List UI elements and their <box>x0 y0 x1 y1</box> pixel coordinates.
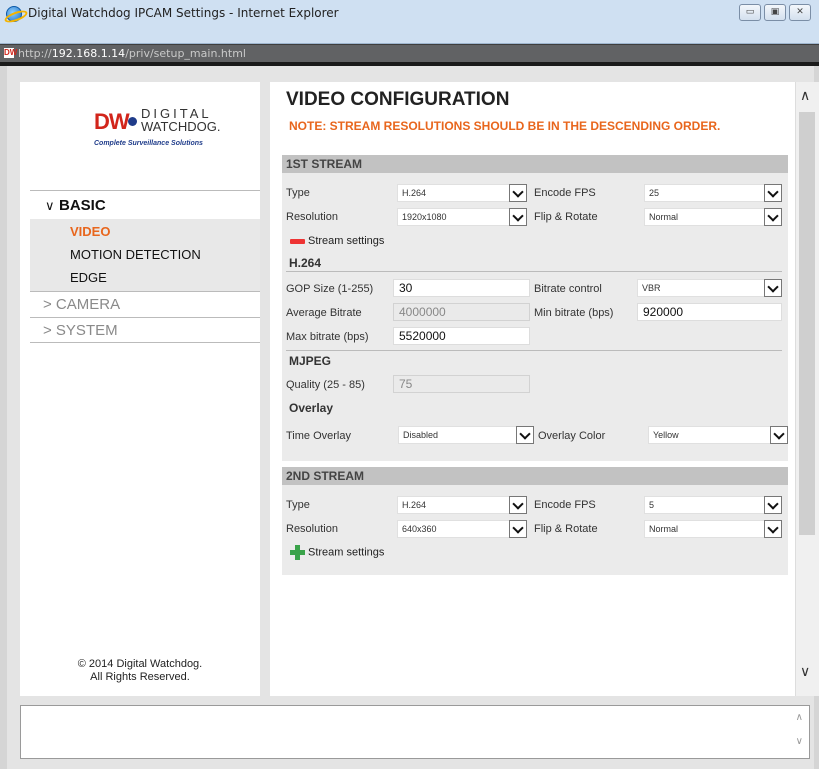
stream1-flip-label: Flip & Rotate <box>534 211 598 223</box>
status-box: ∧ ∨ <box>20 705 810 759</box>
quality-input: 75 <box>393 375 530 393</box>
sidebar-item-camera[interactable]: > CAMERA <box>30 291 260 317</box>
stream2-flip-select[interactable]: Normal <box>644 520 782 538</box>
time-overlay-select[interactable]: Disabled <box>398 426 534 444</box>
close-button[interactable]: ✕ <box>789 4 811 21</box>
sidebar-item-label: > SYSTEM <box>43 322 118 339</box>
maximize-button[interactable]: ▣ <box>764 4 786 21</box>
chevron-down-icon: ∨ <box>45 198 55 213</box>
plus-icon <box>290 545 305 560</box>
stream2-header: 2ND STREAM <box>282 467 788 485</box>
sidebar-item-system[interactable]: > SYSTEM <box>30 317 260 343</box>
section-divider <box>286 350 782 351</box>
stream1-panel: 1ST STREAM Type H.264 Encode FPS 25 Reso… <box>282 155 788 461</box>
stream2-panel: 2ND STREAM Type H.264 Encode FPS 5 Resol… <box>282 467 788 575</box>
main-scrollbar[interactable]: ∧ ∨ <box>795 82 819 696</box>
chevron-down-icon <box>770 426 788 444</box>
gop-size-label: GOP Size (1-255) <box>286 283 374 295</box>
sidebar-item-video[interactable]: VIDEO <box>70 224 110 239</box>
stream2-resolution-select[interactable]: 640x360 <box>397 520 527 538</box>
stream2-type-label: Type <box>286 499 310 511</box>
bitrate-control-select[interactable]: VBR <box>637 279 782 297</box>
stream1-type-select[interactable]: H.264 <box>397 184 527 202</box>
overlay-section-title: Overlay <box>289 401 334 415</box>
stream2-flip-label: Flip & Rotate <box>534 523 598 535</box>
stream1-type-label: Type <box>286 187 310 199</box>
sidebar-item-basic[interactable]: ∨ BASIC <box>30 191 260 219</box>
mjpeg-section-title: MJPEG <box>289 354 332 368</box>
minus-icon <box>290 238 305 244</box>
overlay-color-label: Overlay Color <box>538 430 606 442</box>
scrollbar-thumb[interactable] <box>799 112 815 535</box>
h264-section-title: H.264 <box>289 256 322 270</box>
logo-tagline: Complete Surveillance Solutions <box>94 140 203 147</box>
resolution-note: NOTE: STREAM RESOLUTIONS SHOULD BE IN TH… <box>289 119 721 133</box>
address-host: 192.168.1.14 <box>51 47 126 60</box>
section-divider <box>286 271 782 272</box>
status-scroll-up-icon[interactable]: ∧ <box>796 712 803 723</box>
stream1-resolution-select[interactable]: 1920x1080 <box>397 208 527 226</box>
chevron-down-icon <box>764 208 782 226</box>
quality-label: Quality (25 - 85) <box>286 379 365 391</box>
chevron-down-icon <box>509 520 527 538</box>
chevron-down-icon <box>509 184 527 202</box>
average-bitrate-label: Average Bitrate <box>286 307 362 319</box>
site-favicon-icon: DW <box>4 48 18 58</box>
window-title: Digital Watchdog IPCAM Settings - Intern… <box>28 6 339 20</box>
max-bitrate-label: Max bitrate (bps) <box>286 331 369 343</box>
stream2-encode-fps-select[interactable]: 5 <box>644 496 782 514</box>
stream1-header: 1ST STREAM <box>282 155 788 173</box>
sidebar-item-label: BASIC <box>59 197 106 214</box>
logo-line2: WATCHDOG. <box>141 119 221 134</box>
window-titlebar: Digital Watchdog IPCAM Settings - Intern… <box>0 0 819 44</box>
chevron-down-icon <box>764 496 782 514</box>
stream2-type-select[interactable]: H.264 <box>397 496 527 514</box>
chevron-down-icon <box>764 184 782 202</box>
sidebar: DW DIGITAL WATCHDOG. Complete Surveillan… <box>20 82 260 696</box>
chevron-down-icon <box>509 496 527 514</box>
average-bitrate-input: 4000000 <box>393 303 530 321</box>
status-scroll-down-icon[interactable]: ∨ <box>796 736 803 747</box>
logo-dot-icon <box>128 117 137 126</box>
min-bitrate-input[interactable]: 920000 <box>637 303 782 321</box>
bitrate-control-label: Bitrate control <box>534 283 602 295</box>
stream1-settings-toggle[interactable]: Stream settings <box>290 235 384 247</box>
time-overlay-label: Time Overlay <box>286 430 351 442</box>
sidebar-item-edge[interactable]: EDGE <box>70 270 107 285</box>
copyright-text: © 2014 Digital Watchdog. All Rights Rese… <box>77 658 203 683</box>
scroll-up-icon[interactable]: ∧ <box>800 88 810 104</box>
gop-size-input[interactable]: 30 <box>393 279 530 297</box>
chevron-down-icon <box>509 208 527 226</box>
stream1-resolution-label: Resolution <box>286 211 338 223</box>
digital-watchdog-logo: DW DIGITAL WATCHDOG. Complete Surveillan… <box>94 106 234 152</box>
address-url[interactable]: http://192.168.1.14/priv/setup_main.html <box>18 47 246 60</box>
max-bitrate-input[interactable]: 5520000 <box>393 327 530 345</box>
stream1-encode-fps-label: Encode FPS <box>534 187 596 199</box>
window-controls: ▭ ▣ ✕ <box>739 4 811 21</box>
minimize-button[interactable]: ▭ <box>739 4 761 21</box>
stream2-encode-fps-label: Encode FPS <box>534 499 596 511</box>
sidebar-submenu-basic: VIDEO MOTION DETECTION EDGE <box>30 219 260 291</box>
min-bitrate-label: Min bitrate (bps) <box>534 307 614 319</box>
internet-explorer-icon <box>6 6 22 22</box>
stream1-encode-fps-select[interactable]: 25 <box>644 184 782 202</box>
logo-mark: DW <box>94 109 130 134</box>
scroll-down-icon[interactable]: ∨ <box>800 664 810 680</box>
main-content: VIDEO CONFIGURATION NOTE: STREAM RESOLUT… <box>270 82 795 696</box>
stream2-resolution-label: Resolution <box>286 523 338 535</box>
sidebar-item-motion-detection[interactable]: MOTION DETECTION <box>70 247 201 262</box>
chevron-down-icon <box>764 520 782 538</box>
stream1-flip-select[interactable]: Normal <box>644 208 782 226</box>
address-bar[interactable]: DW http://192.168.1.14/priv/setup_main.h… <box>0 44 819 62</box>
stream2-settings-toggle[interactable]: Stream settings <box>290 545 384 560</box>
page-title: VIDEO CONFIGURATION <box>286 89 510 110</box>
sidebar-item-label: > CAMERA <box>43 296 121 313</box>
chevron-down-icon <box>516 426 534 444</box>
chevron-down-icon <box>764 279 782 297</box>
overlay-color-select[interactable]: Yellow <box>648 426 788 444</box>
